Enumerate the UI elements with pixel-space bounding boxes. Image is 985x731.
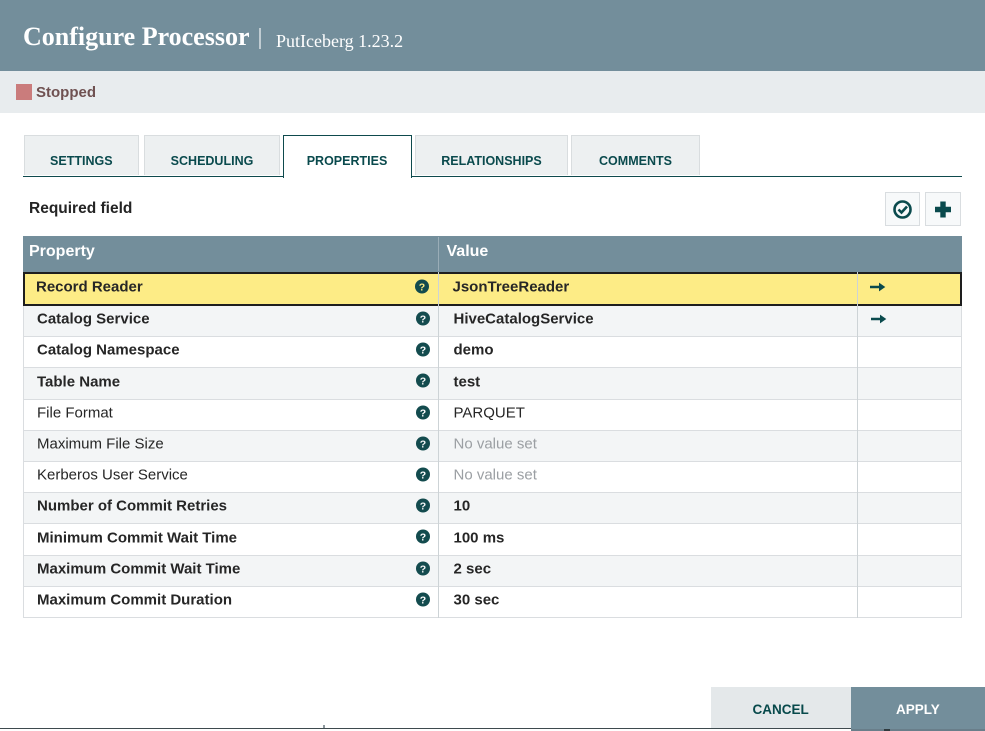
svg-text:?: ? bbox=[420, 594, 426, 606]
svg-text:?: ? bbox=[419, 281, 425, 293]
svg-text:?: ? bbox=[420, 407, 426, 419]
svg-text:?: ? bbox=[420, 563, 426, 575]
svg-text:?: ? bbox=[420, 469, 426, 481]
svg-text:?: ? bbox=[420, 532, 426, 544]
svg-text:?: ? bbox=[420, 376, 426, 388]
svg-text:?: ? bbox=[420, 501, 426, 513]
svg-text:?: ? bbox=[420, 313, 426, 325]
svg-text:?: ? bbox=[420, 345, 426, 357]
svg-text:?: ? bbox=[420, 438, 426, 450]
